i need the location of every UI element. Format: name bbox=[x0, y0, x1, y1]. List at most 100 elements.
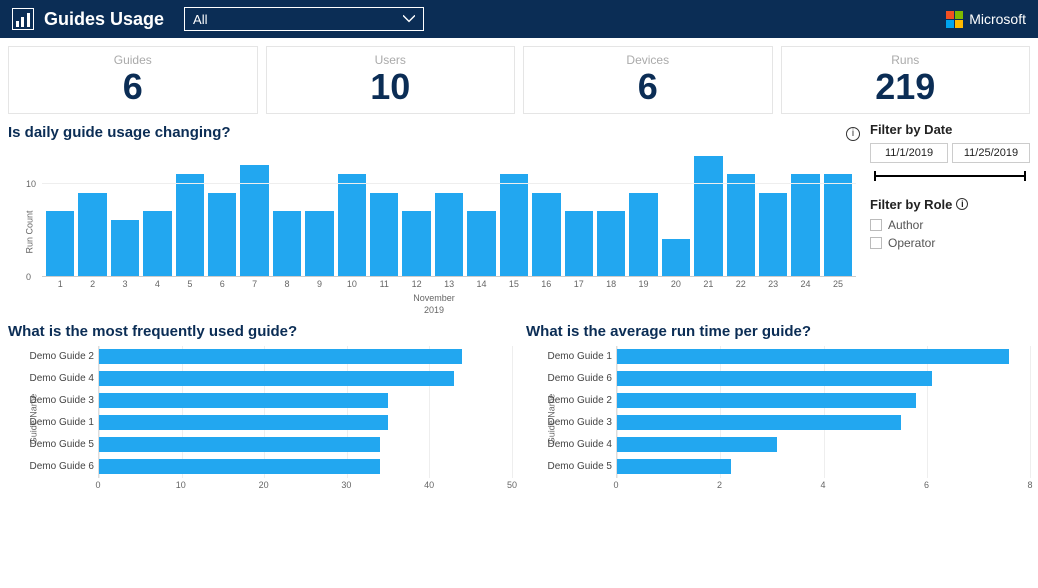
role-author-checkbox[interactable]: Author bbox=[870, 218, 1030, 232]
hbar[interactable] bbox=[617, 459, 731, 474]
filter-role-title: Filter by Role bbox=[870, 197, 952, 212]
kpi-value: 6 bbox=[9, 67, 257, 107]
daily-bar[interactable]: 3 bbox=[111, 220, 139, 275]
hbar-row: Demo Guide 2 bbox=[99, 346, 512, 368]
filter-date-title: Filter by Date bbox=[870, 122, 1030, 137]
hbar[interactable] bbox=[617, 393, 916, 408]
ytick: 10 bbox=[26, 179, 36, 189]
daily-bar[interactable]: 1 bbox=[46, 211, 74, 276]
daily-bar[interactable]: 21 bbox=[694, 156, 722, 276]
date-to-input[interactable]: 11/25/2019 bbox=[952, 143, 1030, 163]
daily-bar[interactable]: 14 bbox=[467, 211, 495, 276]
date-slider[interactable] bbox=[870, 169, 1030, 183]
xtick: 9 bbox=[317, 279, 322, 289]
kpi-users[interactable]: Users 10 bbox=[266, 46, 516, 114]
daily-bar[interactable]: 10 bbox=[338, 174, 366, 275]
hbar-row: Demo Guide 1 bbox=[617, 346, 1030, 368]
info-icon[interactable]: i bbox=[956, 198, 968, 210]
kpi-value: 10 bbox=[267, 67, 515, 107]
xtick: 16 bbox=[541, 279, 551, 289]
xtick: 14 bbox=[476, 279, 486, 289]
hbar[interactable] bbox=[99, 459, 380, 474]
daily-bar[interactable]: 25 bbox=[824, 174, 852, 275]
hbar[interactable] bbox=[617, 371, 932, 386]
daily-ylabel: Run Count bbox=[25, 210, 35, 253]
daily-bar[interactable]: 17 bbox=[565, 211, 593, 276]
filter-dropdown[interactable]: All bbox=[184, 7, 424, 31]
xtick: 3 bbox=[123, 279, 128, 289]
avg-chart[interactable]: Guide Name Demo Guide 1Demo Guide 6Demo … bbox=[526, 346, 1030, 516]
daily-bar[interactable]: 19 bbox=[629, 193, 657, 276]
xtick: 1 bbox=[58, 279, 63, 289]
hbar[interactable] bbox=[617, 349, 1009, 364]
daily-bar[interactable]: 7 bbox=[240, 165, 268, 276]
xtick: 20 bbox=[671, 279, 681, 289]
kpi-row: Guides 6 Users 10 Devices 6 Runs 219 bbox=[0, 38, 1038, 122]
kpi-runs[interactable]: Runs 219 bbox=[781, 46, 1031, 114]
daily-year-label: 2019 bbox=[8, 305, 860, 315]
daily-bar[interactable]: 9 bbox=[305, 211, 333, 276]
kpi-devices[interactable]: Devices 6 bbox=[523, 46, 773, 114]
app-logo-icon bbox=[12, 8, 34, 30]
daily-bar[interactable]: 23 bbox=[759, 193, 787, 276]
hbar-row: Demo Guide 2 bbox=[617, 390, 1030, 412]
daily-bar[interactable]: 4 bbox=[143, 211, 171, 276]
hbar[interactable] bbox=[617, 437, 777, 452]
category-label: Demo Guide 1 bbox=[19, 417, 94, 428]
daily-bar[interactable]: 16 bbox=[532, 193, 560, 276]
xtick: 0 bbox=[613, 480, 618, 490]
daily-bar[interactable]: 2 bbox=[78, 193, 106, 276]
checkbox-icon bbox=[870, 219, 882, 231]
xtick: 2 bbox=[90, 279, 95, 289]
kpi-label: Runs bbox=[782, 53, 1030, 67]
role-operator-label: Operator bbox=[888, 236, 935, 250]
daily-usage-panel: Is daily guide usage changing? i Run Cou… bbox=[8, 122, 860, 317]
xtick: 5 bbox=[187, 279, 192, 289]
daily-bar[interactable]: 22 bbox=[727, 174, 755, 275]
role-author-label: Author bbox=[888, 218, 923, 232]
xtick: 11 bbox=[380, 279, 389, 289]
daily-bar[interactable]: 5 bbox=[176, 174, 204, 275]
daily-bar[interactable]: 24 bbox=[791, 174, 819, 275]
daily-bar[interactable]: 6 bbox=[208, 193, 236, 276]
daily-bar[interactable]: 13 bbox=[435, 193, 463, 276]
daily-bar[interactable]: 11 bbox=[370, 193, 398, 276]
daily-usage-chart[interactable]: Run Count 123456789101112131415161718192… bbox=[8, 147, 860, 317]
xtick: 18 bbox=[606, 279, 616, 289]
xtick: 40 bbox=[424, 480, 434, 490]
role-operator-checkbox[interactable]: Operator bbox=[870, 236, 1030, 250]
hbar[interactable] bbox=[99, 393, 388, 408]
slider-handle-end[interactable] bbox=[1024, 171, 1026, 181]
kpi-label: Guides bbox=[9, 53, 257, 67]
category-label: Demo Guide 6 bbox=[19, 461, 94, 472]
slider-handle-start[interactable] bbox=[874, 171, 876, 181]
xtick: 6 bbox=[924, 480, 929, 490]
xtick: 50 bbox=[507, 480, 517, 490]
hbar[interactable] bbox=[617, 415, 901, 430]
daily-bar[interactable]: 18 bbox=[597, 211, 625, 276]
info-icon[interactable]: i bbox=[846, 127, 860, 141]
hbar[interactable] bbox=[99, 415, 388, 430]
app-title: Guides Usage bbox=[44, 9, 164, 30]
daily-bar[interactable]: 20 bbox=[662, 239, 690, 276]
hbar[interactable] bbox=[99, 371, 454, 386]
xtick: 20 bbox=[259, 480, 269, 490]
hbar-row: Demo Guide 3 bbox=[617, 412, 1030, 434]
kpi-guides[interactable]: Guides 6 bbox=[8, 46, 258, 114]
daily-bar[interactable]: 15 bbox=[500, 174, 528, 275]
freq-panel: What is the most frequently used guide? … bbox=[8, 321, 512, 516]
kpi-label: Devices bbox=[524, 53, 772, 67]
daily-bar[interactable]: 12 bbox=[402, 211, 430, 276]
hbar[interactable] bbox=[99, 349, 462, 364]
category-label: Demo Guide 3 bbox=[537, 417, 612, 428]
daily-bar[interactable]: 8 bbox=[273, 211, 301, 276]
category-label: Demo Guide 3 bbox=[19, 395, 94, 406]
brand-label: Microsoft bbox=[969, 11, 1026, 27]
checkbox-icon bbox=[870, 237, 882, 249]
xtick: 13 bbox=[444, 279, 454, 289]
category-label: Demo Guide 4 bbox=[537, 439, 612, 450]
xtick: 22 bbox=[736, 279, 746, 289]
date-from-input[interactable]: 11/1/2019 bbox=[870, 143, 948, 163]
freq-chart[interactable]: Guide Name Demo Guide 2Demo Guide 4Demo … bbox=[8, 346, 512, 516]
hbar[interactable] bbox=[99, 437, 380, 452]
